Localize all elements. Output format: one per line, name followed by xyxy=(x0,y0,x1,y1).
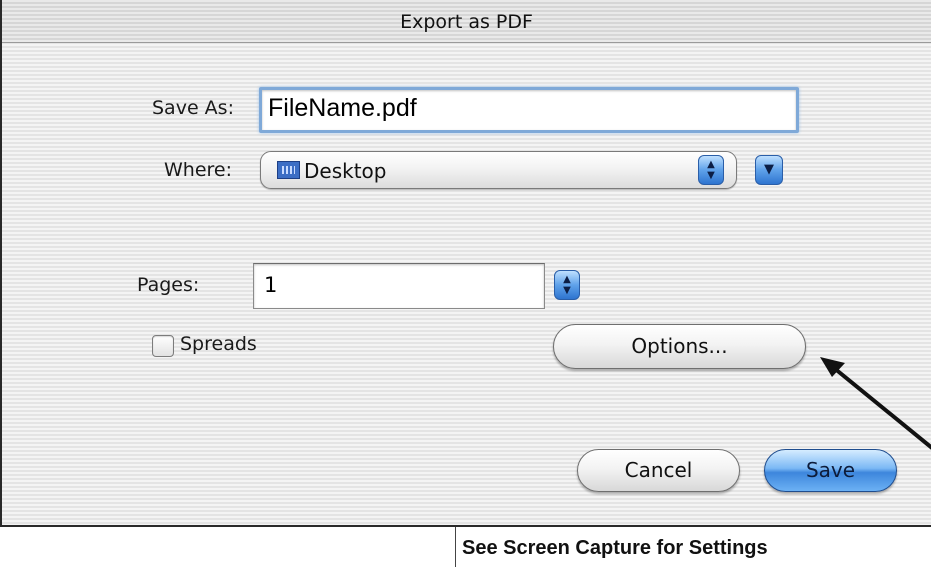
caption-text: See Screen Capture for Settings xyxy=(455,527,932,567)
export-pdf-dialog: Export as PDF Save As: FileName.pdf Wher… xyxy=(0,0,931,527)
annotation-arrow xyxy=(820,357,931,450)
